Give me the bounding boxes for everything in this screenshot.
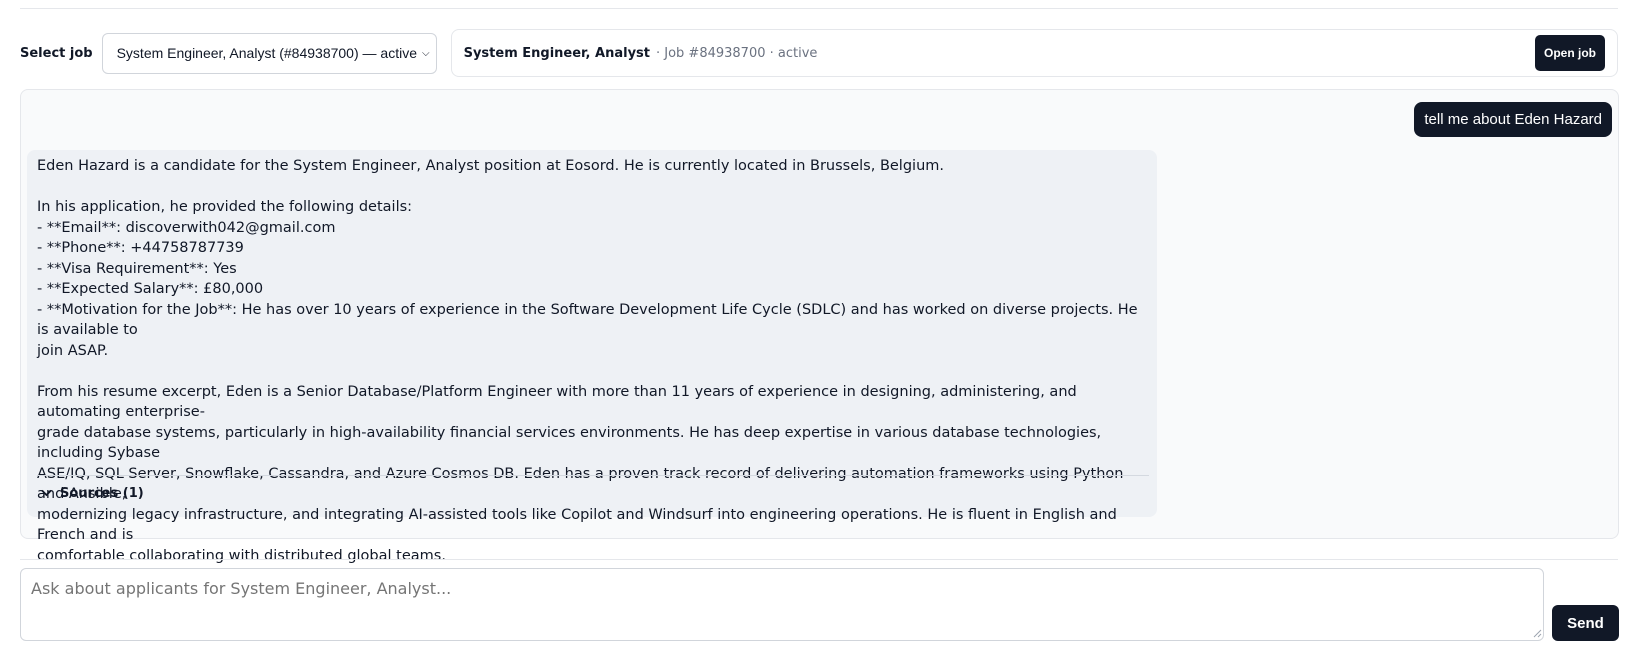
job-selector-row: Select job System Engineer, Analyst (#84… xyxy=(20,29,1618,77)
job-select-value: System Engineer, Analyst (#84938700) — a… xyxy=(116,45,417,61)
open-job-button[interactable]: Open job xyxy=(1535,35,1605,71)
chat-panel[interactable]: tell me about Eden Hazard Eden Hazard is… xyxy=(20,89,1619,564)
job-summary-title: System Engineer, Analyst xyxy=(463,45,650,61)
sources-label: Sources (1) xyxy=(60,486,144,501)
job-summary-meta: · Job #84938700 · active xyxy=(656,45,818,61)
top-divider xyxy=(20,8,1618,9)
job-select-dropdown[interactable]: System Engineer, Analyst (#84938700) — a… xyxy=(101,32,437,74)
assistant-message-text: Eden Hazard is a candidate for the Syste… xyxy=(37,158,1138,564)
user-message-bubble: tell me about Eden Hazard xyxy=(1414,102,1612,137)
sources-toggle[interactable]: Sources (1) xyxy=(37,475,1149,501)
assistant-message-bubble: Eden Hazard is a candidate for the Syste… xyxy=(27,150,1157,564)
chevron-down-icon: ⌵ xyxy=(422,47,430,59)
job-summary-card: System Engineer, Analyst · Job #84938700… xyxy=(450,29,1618,77)
composer-divider xyxy=(20,559,1618,560)
ask-input[interactable] xyxy=(20,568,1544,641)
select-job-label: Select job xyxy=(20,45,93,61)
resize-grip-icon[interactable] xyxy=(1532,628,1542,638)
send-button[interactable]: Send xyxy=(1552,605,1619,641)
chevron-down-icon xyxy=(41,487,52,500)
